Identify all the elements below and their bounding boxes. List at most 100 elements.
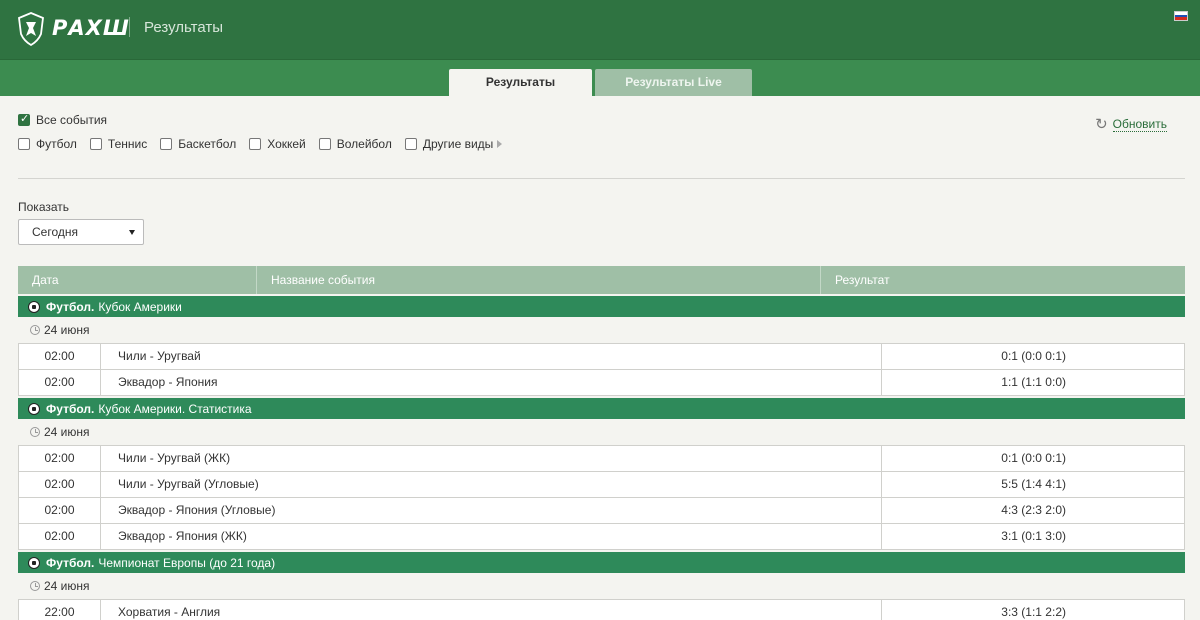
brand-divider [129,17,130,37]
football-label: Футбол [36,137,77,151]
period-select[interactable]: Сегодня [18,219,144,245]
volleyball-checkbox[interactable]: Волейбол [318,137,392,151]
brand-name[interactable]: РАХШ [52,16,130,40]
other-sports-label: Другие виды [422,137,494,151]
sport-filters: Все события Футбол Теннис Баскетбол Хокк… [18,112,1188,151]
event-name: Чили - Уругвай (ЖК) [101,446,882,471]
checkbox-icon[interactable] [160,138,173,150]
page-title: Результаты [144,19,223,36]
checkbox-icon[interactable] [249,138,262,150]
category-sport: Футбол. [46,555,95,570]
table-row[interactable]: 02:00 Чили - Уругвай 0:1 (0:0 0:1) [18,344,1185,370]
category-header[interactable]: Футбол. Кубок Америки. Статистика [18,398,1185,419]
table-row[interactable]: 02:00 Эквадор - Япония (Угловые) 4:3 (2:… [18,498,1185,524]
clock-icon [30,427,40,437]
hockey-checkbox[interactable]: Хоккей [249,137,306,151]
clock-icon [30,325,40,335]
event-name: Хорватия - Англия [101,600,882,620]
event-result: 3:3 (1:1 2:2) [1001,605,1066,619]
event-result: 0:1 (0:0 0:1) [1001,349,1066,363]
tab-results[interactable]: Результаты [449,69,592,96]
results-list: Футбол. Кубок Америки 24 июня 02:00 Чили… [18,296,1185,620]
event-time: 02:00 [19,344,101,369]
date-line: 24 июня [18,573,1185,599]
event-date: 24 июня [44,425,90,439]
hockey-label: Хоккей [267,137,306,151]
event-name: Эквадор - Япония (ЖК) [101,524,882,549]
event-time: 02:00 [19,472,101,497]
event-name: Эквадор - Япония [101,370,882,395]
football-icon [28,402,40,415]
other-sports-checkbox[interactable]: Другие виды [404,137,503,151]
category-header[interactable]: Футбол. Кубок Америки [18,296,1185,317]
sport-checkbox-row: Футбол Теннис Баскетбол Хоккей Волейбол … [18,137,1188,151]
event-result: 4:3 (2:3 2:0) [1001,503,1066,517]
football-checkbox[interactable]: Футбол [18,137,77,151]
event-result: 3:1 (0:1 3:0) [1001,529,1066,543]
table-row[interactable]: 02:00 Эквадор - Япония 1:1 (1:1 0:0) [18,370,1185,396]
category-sport: Футбол. [46,299,95,314]
refresh-icon[interactable]: ↻ [1095,117,1108,132]
event-date: 24 июня [44,579,90,593]
checkbox-icon[interactable] [318,138,331,150]
checkbox-icon[interactable] [89,138,102,150]
column-header-event-name[interactable]: Название события [257,266,821,294]
events-table: 02:00 Чили - Уругвай (ЖК) 0:1 (0:0 0:1) … [18,445,1185,550]
event-time: 02:00 [19,498,101,523]
filters-divider [18,178,1185,179]
event-date: 24 июня [44,323,90,337]
category-sport: Футбол. [46,401,95,416]
tennis-checkbox[interactable]: Теннис [89,137,148,151]
event-name: Эквадор - Япония (Угловые) [101,498,882,523]
russian-flag-icon[interactable] [1174,11,1188,21]
top-bar: РАХШ Результаты [0,0,1200,60]
results-table-header: Дата Название события Результат [18,266,1185,294]
event-time: 02:00 [19,370,101,395]
basketball-label: Баскетбол [178,137,237,151]
tab-results-live[interactable]: Результаты Live [595,69,752,96]
category-league: Кубок Америки [98,299,182,314]
volleyball-label: Волейбол [336,137,392,151]
football-icon [28,300,40,313]
date-line: 24 июня [18,317,1185,343]
checkbox-icon[interactable] [404,138,417,150]
table-row[interactable]: 22:00 Хорватия - Англия 3:3 (1:1 2:2) [18,600,1185,620]
category-league: Кубок Америки. Статистика [98,401,252,416]
event-time: 02:00 [19,446,101,471]
refresh-button[interactable]: ↻ Обновить [1095,117,1167,132]
table-row[interactable]: 02:00 Чили - Уругвай (ЖК) 0:1 (0:0 0:1) [18,446,1185,472]
shield-logo-icon[interactable] [18,12,44,46]
date-line: 24 июня [18,419,1185,445]
table-row[interactable]: 02:00 Эквадор - Япония (ЖК) 3:1 (0:1 3:0… [18,524,1185,550]
all-events-label: Все события [36,113,108,127]
event-result: 0:1 (0:0 0:1) [1001,451,1066,465]
event-name: Чили - Уругвай [101,344,882,369]
period-select-value: Сегодня [32,225,78,239]
event-name: Чили - Уругвай (Угловые) [101,472,882,497]
events-table: 02:00 Чили - Уругвай 0:1 (0:0 0:1) 02:00… [18,343,1185,396]
show-label: Показать [18,200,70,214]
chevron-down-icon [129,230,135,235]
column-header-result[interactable]: Результат [821,266,1185,294]
flag-stripe-red [1175,17,1187,20]
checkbox-icon[interactable] [18,138,30,150]
events-table: 22:00 Хорватия - Англия 3:3 (1:1 2:2) [18,599,1185,620]
category-header[interactable]: Футбол. Чемпионат Европы (до 21 года) [18,552,1185,573]
tab-bar: Результаты Результаты Live [0,60,1200,96]
tennis-label: Теннис [107,137,148,151]
all-events-row: Все события [18,112,1188,127]
event-time: 22:00 [19,600,101,620]
all-events-checkbox[interactable]: Все события [18,112,108,127]
event-result: 1:1 (1:1 0:0) [1001,375,1066,389]
refresh-label[interactable]: Обновить [1112,117,1167,132]
column-header-date[interactable]: Дата [18,266,257,294]
expand-arrow-icon[interactable] [497,140,503,148]
clock-icon [30,581,40,591]
category-league: Чемпионат Европы (до 21 года) [98,555,276,570]
event-result: 5:5 (1:4 4:1) [1001,477,1066,491]
table-row[interactable]: 02:00 Чили - Уругвай (Угловые) 5:5 (1:4 … [18,472,1185,498]
football-icon [28,556,40,569]
basketball-checkbox[interactable]: Баскетбол [160,137,236,151]
event-time: 02:00 [19,524,101,549]
checkbox-checked-icon[interactable] [18,112,30,126]
